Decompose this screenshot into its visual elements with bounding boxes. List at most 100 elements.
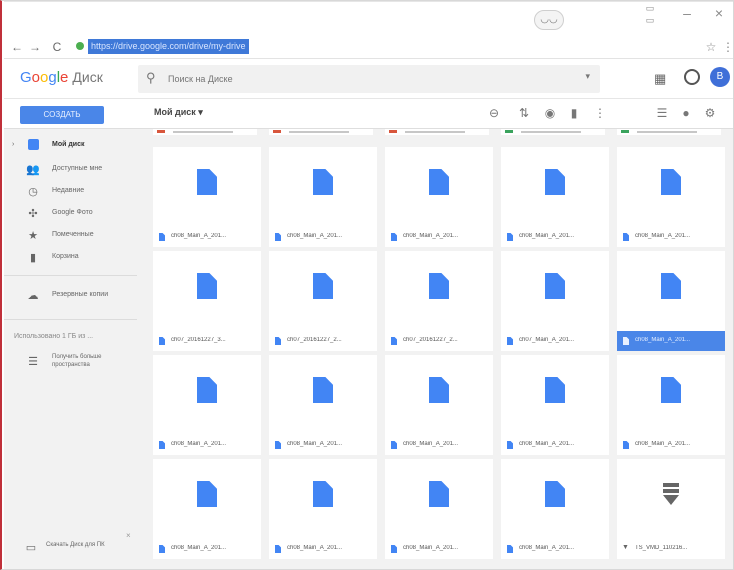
reload-icon[interactable]: C	[50, 39, 64, 55]
sidebar-item-shared[interactable]: 👥 Доступные мне	[4, 159, 137, 181]
sidebar-item-recent[interactable]: ◷ Недавние	[4, 181, 137, 203]
file-thumbnail[interactable]	[501, 147, 609, 225]
folder-stub[interactable]	[501, 129, 605, 135]
download-drive-app-link[interactable]: ▭ Скачать Диск для ПК	[18, 535, 128, 561]
file-footer[interactable]: ch08_Main_A_201...	[269, 539, 377, 559]
file-thumbnail[interactable]	[385, 251, 493, 329]
folder-stub[interactable]	[617, 129, 721, 135]
avatar[interactable]: B	[710, 67, 730, 87]
file-thumbnail[interactable]	[501, 459, 609, 537]
file-thumbnail[interactable]	[153, 459, 261, 537]
file-card[interactable]: ch08_Main_A_201...	[617, 355, 725, 455]
file-footer[interactable]: ch08_Main_A_201...	[385, 435, 493, 455]
sidebar-item-my-drive[interactable]: › Мой диск	[4, 135, 137, 157]
file-thumbnail[interactable]	[269, 355, 377, 433]
more-icon[interactable]: ⋮	[592, 105, 608, 121]
file-card[interactable]: ch08_Main_A_201...	[153, 147, 261, 247]
notifications-icon[interactable]	[684, 69, 700, 85]
file-card[interactable]: ch07_Main_A_201...	[501, 251, 609, 351]
google-drive-logo[interactable]: Google Диск	[20, 69, 103, 86]
file-card[interactable]: ch08_Main_A_201...	[617, 251, 725, 351]
forward-icon[interactable]: →	[28, 39, 42, 55]
file-thumbnail[interactable]	[385, 147, 493, 225]
file-card[interactable]: ch08_Main_A_201...	[501, 355, 609, 455]
file-card[interactable]: ch08_Main_A_201...	[269, 459, 377, 559]
info-icon[interactable]: ●	[678, 105, 694, 121]
file-card[interactable]: ch08_Main_A_201...	[385, 147, 493, 247]
file-footer[interactable]: ch08_Main_A_201...	[153, 435, 261, 455]
file-card[interactable]: ch08_Main_A_201...	[501, 459, 609, 559]
expand-arrow-icon[interactable]: ›	[12, 141, 14, 148]
file-card[interactable]: ch08_Main_A_201...	[617, 147, 725, 247]
sidebar-item-trash[interactable]: ▮ Корзина	[4, 247, 137, 269]
close-icon[interactable]: ×	[126, 531, 131, 540]
file-footer[interactable]: ch08_Main_A_201...	[385, 227, 493, 247]
file-footer[interactable]: ch08_Main_A_201...	[617, 227, 725, 247]
folder-stub[interactable]	[385, 129, 489, 135]
link-icon[interactable]: ⊖	[486, 105, 502, 121]
minimize-icon[interactable]: –	[680, 6, 694, 22]
file-thumbnail[interactable]	[153, 251, 261, 329]
file-thumbnail[interactable]	[269, 251, 377, 329]
file-card[interactable]: ch07_20161227_2...	[385, 251, 493, 351]
apps-grid-icon[interactable]: ▦	[654, 71, 666, 87]
file-card[interactable]: ch08_Main_A_201...	[269, 147, 377, 247]
file-thumbnail[interactable]	[385, 459, 493, 537]
file-footer[interactable]: ch07_20161227_3...	[153, 331, 261, 351]
file-footer[interactable]: ch08_Main_A_201...	[269, 435, 377, 455]
file-footer[interactable]: ch08_Main_A_201...	[153, 227, 261, 247]
close-icon[interactable]: ×	[712, 6, 726, 20]
bookmark-star-icon[interactable]: ☆	[704, 39, 718, 55]
file-card[interactable]: ch07_20161227_2...	[269, 251, 377, 351]
file-card[interactable]: ch08_Main_A_201...	[501, 147, 609, 247]
file-footer[interactable]: ch08_Main_A_201...	[153, 539, 261, 559]
file-thumbnail[interactable]	[385, 355, 493, 433]
profile-icon[interactable]: ▭ ▭	[642, 2, 658, 28]
file-thumbnail[interactable]	[269, 459, 377, 537]
file-footer[interactable]: ch08_Main_A_201...	[501, 227, 609, 247]
file-footer[interactable]: ch08_Main_A_201...	[501, 435, 609, 455]
file-thumbnail[interactable]	[617, 459, 725, 537]
search-options-icon[interactable]: ▾	[585, 71, 590, 82]
file-thumbnail[interactable]	[153, 355, 261, 433]
search-box[interactable]: ⚲ ▾	[138, 65, 600, 93]
file-thumbnail[interactable]	[617, 147, 725, 225]
file-card[interactable]: ▼ TS_VMD_110216...	[617, 459, 725, 559]
file-thumbnail[interactable]	[153, 147, 261, 225]
file-footer[interactable]: ch07_20161227_2...	[269, 331, 377, 351]
url-field[interactable]: https://drive.google.com/drive/my-drive	[88, 39, 249, 54]
breadcrumb[interactable]: Мой диск ▾	[154, 107, 203, 118]
file-footer[interactable]: ▼ TS_VMD_110216...	[617, 539, 725, 559]
list-view-icon[interactable]: ☰	[654, 105, 670, 121]
file-thumbnail[interactable]	[501, 251, 609, 329]
sidebar-item-photos[interactable]: ✣ Google Фото	[4, 203, 137, 225]
file-card[interactable]: ch08_Main_A_201...	[385, 355, 493, 455]
file-footer[interactable]: ch08_Main_A_201...	[269, 227, 377, 247]
file-footer[interactable]: ch08_Main_A_201...	[385, 539, 493, 559]
file-card[interactable]: ch08_Main_A_201...	[153, 459, 261, 559]
search-icon[interactable]: ⚲	[146, 70, 156, 86]
file-footer[interactable]: ch07_Main_A_201...	[501, 331, 609, 351]
file-footer[interactable]: ch08_Main_A_201...	[617, 435, 725, 455]
file-thumbnail[interactable]	[617, 355, 725, 433]
file-thumbnail[interactable]	[501, 355, 609, 433]
search-input[interactable]	[168, 72, 528, 86]
file-thumbnail[interactable]	[617, 251, 725, 329]
sidebar-item-starred[interactable]: ★ Помеченные	[4, 225, 137, 247]
share-icon[interactable]: ⇅	[516, 105, 532, 121]
file-card[interactable]: ch07_20161227_3...	[153, 251, 261, 351]
file-card[interactable]: ch08_Main_A_201...	[153, 355, 261, 455]
sidebar-item-backups[interactable]: ☁ Резервные копии	[4, 285, 137, 307]
file-thumbnail[interactable]	[269, 147, 377, 225]
create-button[interactable]: СОЗДАТЬ	[20, 106, 104, 124]
file-card[interactable]: ch08_Main_A_201...	[385, 459, 493, 559]
file-footer[interactable]: ch08_Main_A_201...	[501, 539, 609, 559]
folder-stub[interactable]	[153, 129, 257, 135]
trash-icon[interactable]: ▮	[566, 105, 582, 121]
get-more-storage-link[interactable]: ☰ Получить больше пространства	[16, 351, 136, 373]
file-card[interactable]: ch08_Main_A_201...	[269, 355, 377, 455]
settings-icon[interactable]: ⚙	[702, 105, 718, 121]
file-footer[interactable]: ch07_20161227_2...	[385, 331, 493, 351]
back-icon[interactable]: ←	[10, 39, 24, 55]
preview-icon[interactable]: ◉	[542, 105, 558, 121]
